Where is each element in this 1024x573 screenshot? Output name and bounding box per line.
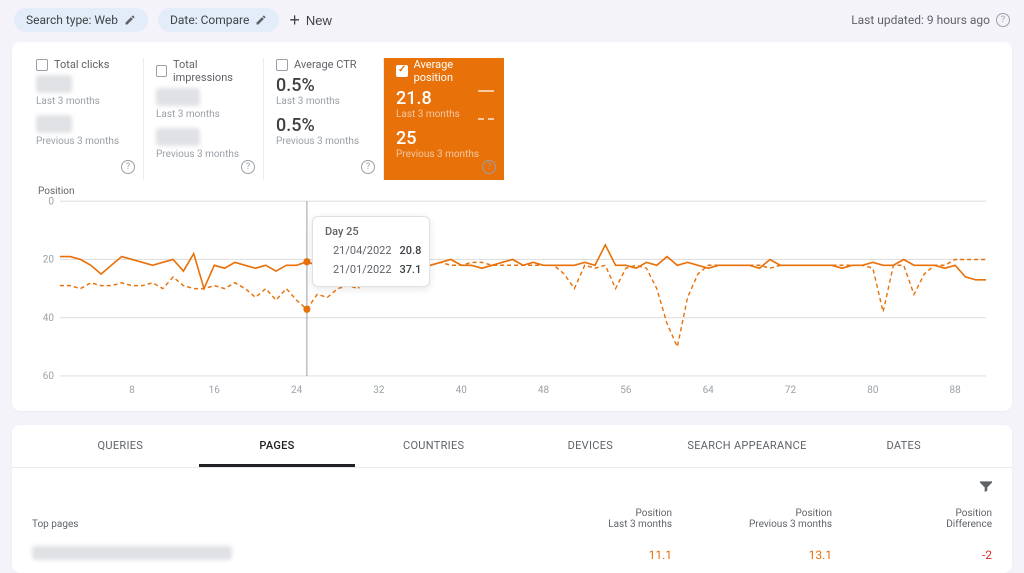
search-type-label: Search type: Web xyxy=(26,13,118,27)
pencil-icon xyxy=(124,14,136,26)
last-updated: Last updated: 9 hours ago ? xyxy=(851,13,1010,27)
chart-tooltip: Day 25 21/04/202220.821/01/202237.1 xyxy=(312,216,430,287)
table-body: 11.113.1-2 xyxy=(12,536,1012,573)
svg-text:32: 32 xyxy=(373,383,384,396)
help-icon[interactable]: ? xyxy=(241,160,255,174)
new-label: New xyxy=(306,13,332,28)
checkbox-icon xyxy=(156,65,167,77)
add-filter-button[interactable]: + New xyxy=(289,13,332,28)
col-top-pages: Top pages xyxy=(32,519,512,530)
plus-icon: + xyxy=(289,14,300,26)
metric-average-position[interactable]: Average position21.8Last 3 months25Previ… xyxy=(384,58,504,180)
table-row[interactable]: 11.113.1-2 xyxy=(12,536,1012,573)
svg-text:8: 8 xyxy=(129,383,135,396)
svg-text:72: 72 xyxy=(785,383,796,396)
svg-text:0: 0 xyxy=(48,197,54,207)
search-type-chip[interactable]: Search type: Web xyxy=(14,8,148,32)
chart-area: Position 0 20 40 60 8 16 24 32 40 48 56 64 72 80 88 Da… xyxy=(12,180,1012,411)
pencil-icon xyxy=(255,14,267,26)
metric-row: Total clicksLast 3 monthsPrevious 3 mont… xyxy=(12,42,1012,180)
performance-card: Total clicksLast 3 monthsPrevious 3 mont… xyxy=(12,42,1012,411)
checkbox-icon xyxy=(36,59,48,71)
svg-text:16: 16 xyxy=(209,383,220,396)
svg-text:80: 80 xyxy=(867,383,878,396)
help-icon[interactable]: ? xyxy=(361,160,375,174)
position-chart[interactable]: 0 20 40 60 8 16 24 32 40 48 56 64 72 80 88 xyxy=(28,197,996,397)
checkbox-icon xyxy=(396,65,408,77)
metric-average-ctr[interactable]: Average CTR0.5%Last 3 months0.5%Previous… xyxy=(264,58,384,180)
tab-search-appearance[interactable]: SEARCH APPEARANCE xyxy=(669,425,826,467)
date-chip[interactable]: Date: Compare xyxy=(158,8,279,32)
checkbox-icon xyxy=(276,59,288,71)
svg-text:40: 40 xyxy=(456,383,467,396)
svg-text:60: 60 xyxy=(43,369,54,382)
col-pos-diff: PositionDifference xyxy=(832,508,992,530)
metric-total-impressions[interactable]: Total impressionsLast 3 monthsPrevious 3… xyxy=(144,58,264,180)
help-icon[interactable]: ? xyxy=(482,160,496,174)
date-label: Date: Compare xyxy=(170,13,249,27)
filter-icon[interactable] xyxy=(978,478,994,498)
svg-text:40: 40 xyxy=(43,311,54,324)
svg-text:56: 56 xyxy=(620,383,631,396)
help-icon[interactable]: ? xyxy=(996,13,1010,27)
table-toolbar xyxy=(12,468,1012,502)
last-updated-text: Last updated: 9 hours ago xyxy=(851,13,990,27)
tab-countries[interactable]: COUNTRIES xyxy=(355,425,512,467)
tab-queries[interactable]: QUERIES xyxy=(42,425,199,467)
tooltip-title: Day 25 xyxy=(325,225,415,238)
col-pos-last3: PositionLast 3 months xyxy=(512,508,672,530)
y-axis-title: Position xyxy=(38,186,996,197)
help-icon[interactable]: ? xyxy=(121,160,135,174)
tab-pages[interactable]: PAGES xyxy=(199,425,356,467)
table-header: Top pages PositionLast 3 months Position… xyxy=(12,502,1012,536)
dimension-tabs: QUERIESPAGESCOUNTRIESDEVICESSEARCH APPEA… xyxy=(12,425,1012,468)
col-pos-prev3: PositionPrevious 3 months xyxy=(672,508,832,530)
tab-dates[interactable]: DATES xyxy=(825,425,982,467)
svg-text:48: 48 xyxy=(538,383,549,396)
filter-bar: Search type: Web Date: Compare + New Las… xyxy=(0,0,1024,36)
svg-text:24: 24 xyxy=(291,383,302,396)
metric-total-clicks[interactable]: Total clicksLast 3 monthsPrevious 3 mont… xyxy=(24,58,144,180)
svg-text:20: 20 xyxy=(43,252,54,265)
dimensions-card: QUERIESPAGESCOUNTRIESDEVICESSEARCH APPEA… xyxy=(12,425,1012,573)
tab-devices[interactable]: DEVICES xyxy=(512,425,669,467)
svg-text:64: 64 xyxy=(703,383,714,396)
svg-text:88: 88 xyxy=(950,383,961,396)
